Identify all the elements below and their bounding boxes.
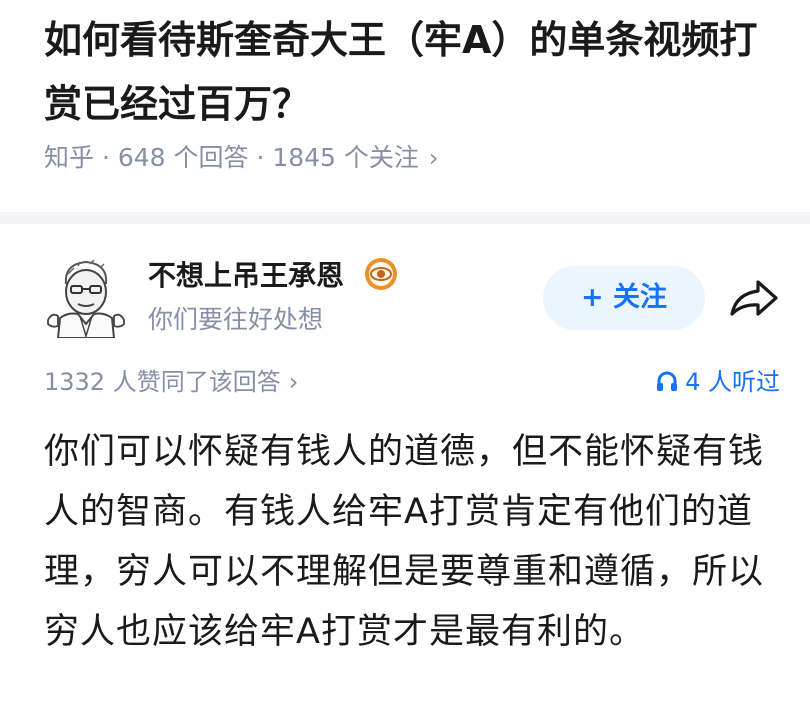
headphone-icon [657, 371, 678, 391]
avatar[interactable] [44, 254, 128, 338]
eye-badge-icon [364, 258, 397, 290]
answer-card: 不想上吊王承恩 你们要往好处想 + 关注 1332 人赞同了该回答 › 4 人听过… [0, 224, 810, 701]
listen-count[interactable]: 4 人听过 [655, 364, 780, 400]
listen-count-text: 4 人听过 [685, 368, 780, 396]
answer-content[interactable]: 你们可以怀疑有钱人的道德，但不能怀疑有钱人的智商。有钱人给牢A打赏肯定有他们的道… [44, 422, 784, 662]
author-name-text: 不想上吊王承恩 [148, 259, 345, 292]
chevron-right-icon: › [428, 144, 439, 172]
chevron-right-icon: › [288, 368, 299, 396]
question-card: 如何看待斯奎奇大王（牢A）的单条视频打赏已经过百万？ 知乎 · 648 个回答 … [0, 0, 810, 212]
author-name[interactable]: 不想上吊王承恩 [148, 256, 398, 296]
section-divider [0, 212, 810, 224]
author-bio: 你们要往好处想 [148, 305, 324, 334]
question-meta[interactable]: 知乎 · 648 个回答 · 1845 个关注 › [44, 138, 439, 178]
question-stats: 知乎 · 648 个回答 · 1845 个关注 [44, 143, 419, 172]
vote-count-link[interactable]: 1332 人赞同了该回答 › [44, 364, 298, 400]
follow-button[interactable]: + 关注 [543, 266, 705, 330]
share-arrow-icon[interactable] [728, 276, 780, 320]
vote-count-text: 1332 人赞同了该回答 [44, 368, 281, 396]
question-title[interactable]: 如何看待斯奎奇大王（牢A）的单条视频打赏已经过百万？ [44, 8, 784, 136]
